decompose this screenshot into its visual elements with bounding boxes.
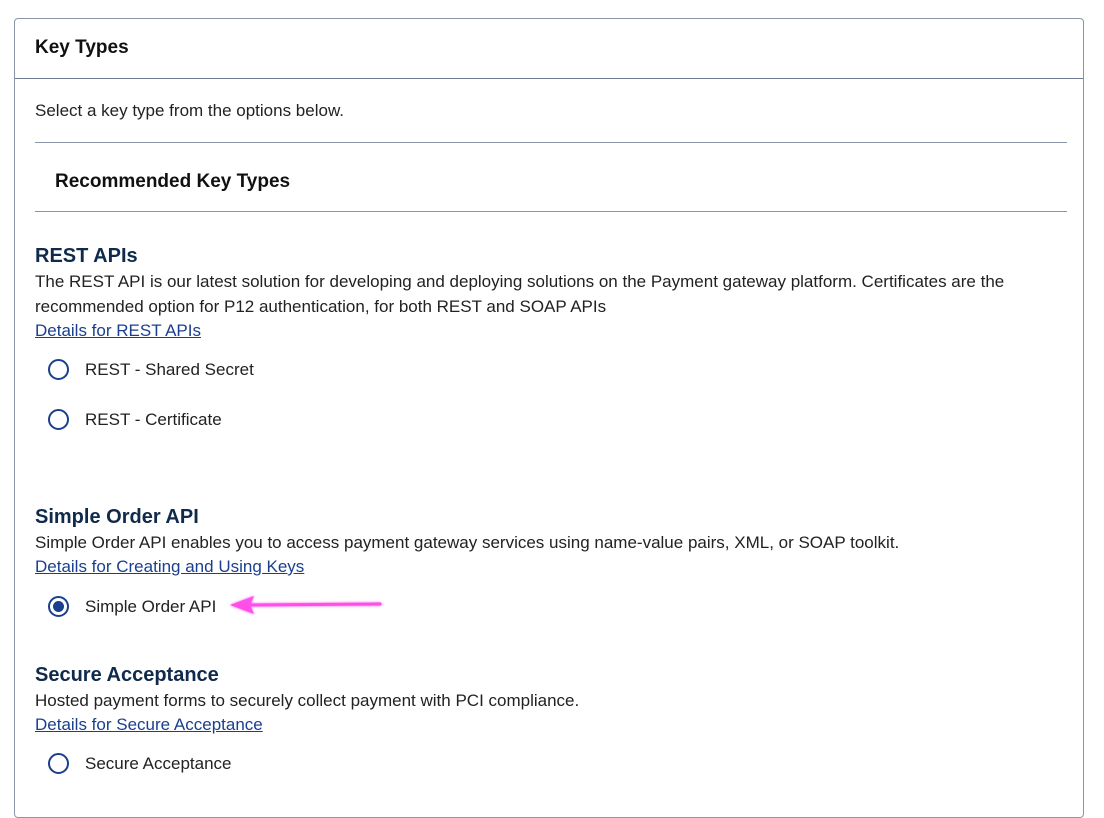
radio-simple-order-api[interactable]: Simple Order API	[48, 596, 216, 617]
radio-unselected-icon[interactable]	[48, 753, 69, 774]
radio-label: Simple Order API	[85, 596, 217, 616]
radio-label: REST - Shared Secret	[85, 359, 254, 379]
simple-order-details-link[interactable]: Details for Creating and Using Keys	[35, 555, 304, 579]
radio-label: Secure Acceptance	[85, 753, 232, 773]
simple-order-api-section: Simple Order API Simple Order API enable…	[35, 505, 1055, 579]
radio-rest-certificate[interactable]: REST - Certificate	[48, 409, 222, 430]
rest-apis-details-link[interactable]: Details for REST APIs	[35, 319, 201, 343]
radio-secure-acceptance[interactable]: Secure Acceptance	[48, 753, 231, 774]
radio-selected-icon[interactable]	[48, 596, 69, 617]
section-title: Secure Acceptance	[35, 664, 219, 686]
panel-header: Key Types	[15, 19, 1083, 79]
secure-acceptance-details-link[interactable]: Details for Secure Acceptance	[35, 713, 263, 737]
rest-apis-section: REST APIs The REST API is our latest sol…	[35, 244, 1055, 343]
section-description: Simple Order API enables you to access p…	[35, 533, 900, 552]
divider	[35, 211, 1067, 212]
section-title: REST APIs	[35, 245, 138, 267]
radio-unselected-icon[interactable]	[48, 409, 69, 430]
recommended-heading: Recommended Key Types	[55, 171, 291, 192]
divider	[35, 142, 1067, 143]
radio-label: REST - Certificate	[85, 409, 222, 429]
intro-text: Select a key type from the options below…	[35, 101, 345, 120]
radio-rest-shared-secret[interactable]: REST - Shared Secret	[48, 359, 254, 380]
section-description: The REST API is our latest solution for …	[35, 272, 1005, 316]
secure-acceptance-section: Secure Acceptance Hosted payment forms t…	[35, 663, 1055, 737]
radio-unselected-icon[interactable]	[48, 359, 69, 380]
section-title: Simple Order API	[35, 506, 199, 528]
panel-title: Key Types	[35, 36, 129, 58]
key-types-panel: Key Types Select a key type from the opt…	[14, 18, 1084, 818]
pointer-arrow-icon	[230, 596, 382, 614]
section-description: Hosted payment forms to securely collect…	[35, 691, 580, 710]
